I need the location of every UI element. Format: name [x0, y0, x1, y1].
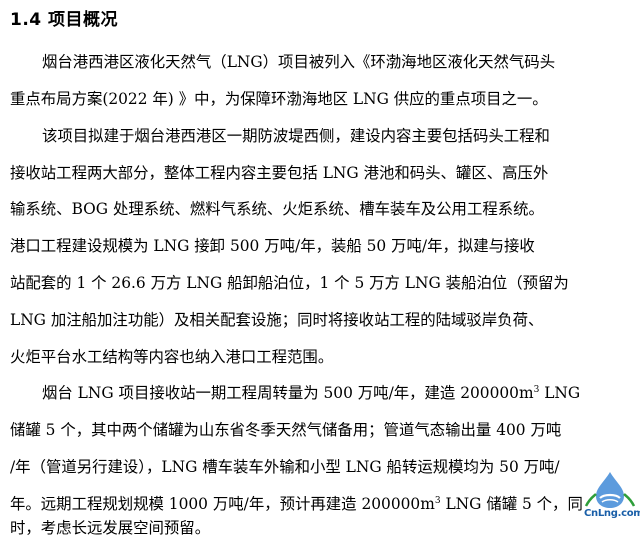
paragraph-4-line-4-tail: LNG 储罐 5 个，同	[440, 495, 583, 513]
watermark-text: CnLng.com	[584, 508, 640, 519]
water-drop-logo-icon	[584, 472, 636, 508]
paragraph-4-line-4: 年。远期工程规划规模 1000 万吨/年，预计再建造 200000m3 LNG …	[10, 494, 583, 514]
paragraph-4-line-3: /年（管道另行建设），LNG 槽车装车外输和小型 LNG 船转运规模均为 50 …	[10, 458, 560, 476]
paragraph-2-line-3: 输系统、BOG 处理系统、燃料气系统、火炬系统、槽车装车及公用工程系统。	[10, 200, 544, 218]
paragraph-4-line-1-tail: LNG	[539, 384, 581, 402]
paragraph-3-line-4: 火炬平台水工结构等内容也纳入港口工程范围。	[10, 348, 334, 366]
paragraph-4-line-2: 储罐 5 个，其中两个储罐为山东省冬季天然气储备用；管道气态输出量 400 万吨	[10, 421, 562, 439]
paragraph-4-line-1: 烟台 LNG 项目接收站一期工程周转量为 500 万吨/年，建造 200000m…	[42, 383, 580, 403]
document-page: 1.4 项目概况 烟台港西港区液化天然气（LNG）项目被列入《环渤海地区液化天然…	[0, 0, 640, 537]
paragraph-2-line-1: 该项目拟建于烟台港西港区一期防波堤西侧，建设内容主要包括码头工程和	[42, 127, 550, 145]
section-heading: 1.4 项目概况	[10, 10, 119, 30]
paragraph-3-line-3: LNG 加注船加注功能）及相关配套设施；同时将接收站工程的陆域驳岸负荷、	[10, 311, 544, 329]
paragraph-4-line-5: 时，考虑长远发展空间预留。	[10, 519, 211, 537]
paragraph-4-line-4-text: 年。远期工程规划规模 1000 万吨/年，预计再建造 200000m	[10, 495, 435, 513]
paragraph-3-line-1: 港口工程建设规模为 LNG 接卸 500 万吨/年，装船 50 万吨/年，拟建与…	[10, 237, 535, 255]
paragraph-3-line-2: 站配套的 1 个 26.6 万方 LNG 船卸船泊位，1 个 5 万方 LNG …	[10, 274, 569, 292]
paragraph-2-line-2: 接收站工程两大部分，整体工程内容主要包括 LNG 港池和码头、罐区、高压外	[10, 164, 549, 182]
paragraph-1-line-1: 烟台港西港区液化天然气（LNG）项目被列入《环渤海地区液化天然气码头	[42, 53, 556, 71]
cnlng-watermark-logo: CnLng.com	[584, 470, 640, 526]
paragraph-1-line-2: 重点布局方案(2022 年) 》中，为保障环渤海地区 LNG 供应的重点项目之一…	[10, 90, 548, 108]
paragraph-4-line-1-text: 烟台 LNG 项目接收站一期工程周转量为 500 万吨/年，建造 200000m	[42, 384, 534, 402]
